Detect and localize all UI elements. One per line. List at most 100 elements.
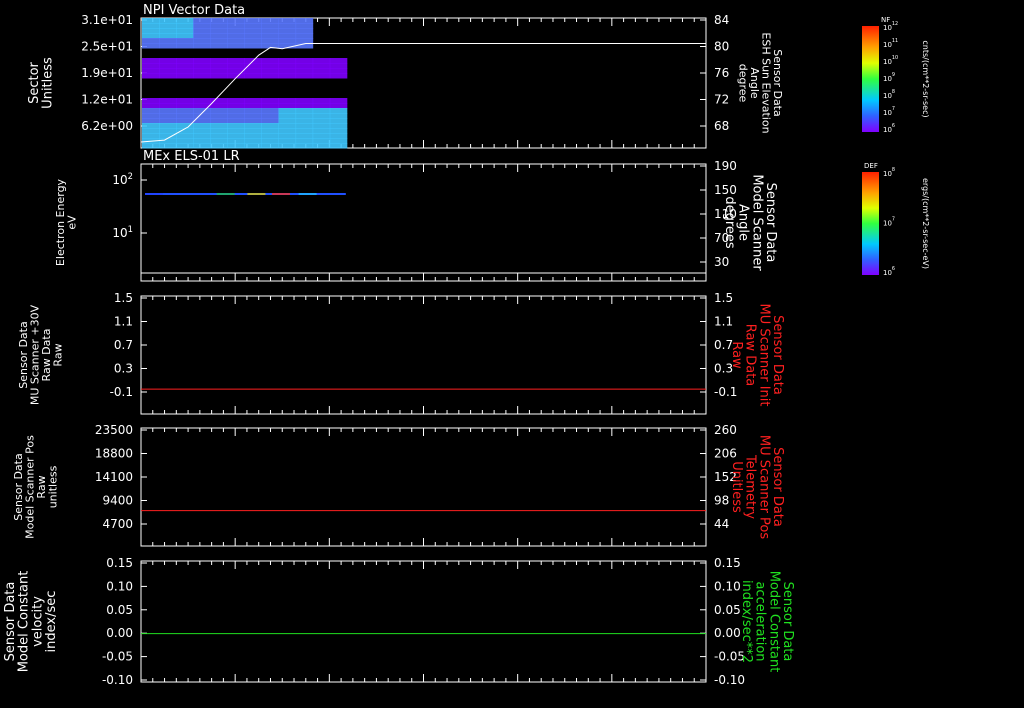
spectro-cell (278, 33, 297, 39)
spectro-cell (312, 138, 331, 144)
spectro-cell (176, 108, 194, 114)
spectro-cell (295, 23, 314, 29)
spectro-cell (176, 143, 194, 149)
spectro-cell (329, 133, 348, 139)
spectro-cell (193, 73, 211, 79)
y-tick-label: 0.15 (714, 556, 741, 570)
spectro-cell (227, 38, 245, 44)
spectro-cell (142, 43, 160, 49)
spectro-cell (159, 18, 177, 24)
spectro-cell (278, 103, 297, 109)
spectro-cell (176, 33, 194, 39)
spectro-cell (193, 23, 211, 29)
spectro-cell (329, 58, 348, 64)
spectro-cell (278, 128, 297, 134)
spectro-cell (142, 58, 160, 64)
spectro-cell (176, 58, 194, 64)
y-tick-label: 101 (112, 224, 133, 240)
spectro-cell (210, 108, 228, 114)
y-tick-label: 0.05 (106, 603, 133, 617)
spectro-cell (227, 63, 245, 69)
spectro-cell (295, 118, 314, 124)
spectro-cell (278, 138, 297, 144)
spectro-cell (278, 23, 297, 29)
spectro-cell (210, 143, 228, 149)
spectro-cell (244, 123, 262, 129)
spectro-cell (176, 43, 194, 49)
y-axis-label-left: Sensor DataModel Scanner PosRawunitless (12, 435, 60, 539)
spectro-cell (142, 98, 160, 104)
y-tick-label: 30 (714, 255, 729, 269)
spectro-cell (159, 63, 177, 69)
spectro-cell (329, 113, 348, 119)
spectro-cell (227, 118, 245, 124)
spectro-cell (244, 28, 262, 34)
panel-frame (140, 427, 707, 547)
spectro-cell (312, 58, 331, 64)
colorbar-tick: 108 (883, 89, 895, 100)
spectro-cell (295, 113, 314, 119)
spectro-cell (244, 128, 262, 134)
spectro-cell (261, 23, 280, 29)
spectro-cell (312, 103, 331, 109)
spectro-cell (278, 123, 297, 129)
y-tick-label: -0.10 (102, 673, 133, 687)
spectro-cell (261, 68, 280, 74)
spectro-cell (142, 128, 160, 134)
spectro-cell (278, 68, 297, 74)
y-axis-label-left: Electron EnergyeV (54, 178, 79, 266)
spectro-cell (142, 33, 160, 39)
spectro-cell (261, 18, 280, 24)
spectro-cell (159, 73, 177, 79)
spectro-cell (193, 123, 211, 129)
colorbar-tick: 1011 (883, 38, 898, 49)
spectro-cell (244, 113, 262, 119)
spectro-cell (329, 143, 348, 149)
spectro-cell (295, 38, 314, 44)
spectro-cell (227, 23, 245, 29)
colorbar-def (862, 172, 879, 275)
spectro-cell (261, 73, 280, 79)
y-tick-label: 72 (714, 93, 729, 107)
spectro-cell (210, 73, 228, 79)
spectro-cell (210, 18, 228, 24)
colorbar-tick: 107 (883, 217, 895, 228)
spectro-cell (278, 38, 297, 44)
spectro-cell (227, 113, 245, 119)
spectro-cell (210, 133, 228, 139)
spectro-cell (210, 58, 228, 64)
spectro-cell (329, 108, 348, 114)
y-tick-label: 0.7 (114, 338, 133, 352)
spectro-cell (210, 138, 228, 144)
spectro-cell (261, 63, 280, 69)
space-physics-stack-plot: NPI Vector Data MEx ELS-01 LR 3.1e+01 2.5e+… (3, 3, 930, 704)
spectro-cell (193, 43, 211, 49)
spectro-cell (176, 133, 194, 139)
y-tick-label: 18800 (95, 447, 133, 461)
colorbar-unit: ergs/(cm**2-sr-sec-eV) (921, 178, 930, 269)
spectro-cell (142, 113, 160, 119)
y-tick-label: -0.05 (102, 650, 133, 664)
y-tick-label: 1.5 (114, 291, 133, 305)
panel-title: NPI Vector Data (143, 3, 245, 18)
spectro-cell (142, 118, 160, 124)
colorbar-nf (862, 26, 879, 132)
spectro-cell (227, 58, 245, 64)
spectro-cell (176, 138, 194, 144)
spectro-cell (295, 58, 314, 64)
colorbar-label: NF (881, 16, 890, 24)
spectro-cell (295, 28, 314, 34)
spectro-cell (159, 128, 177, 134)
spectro-cell (193, 128, 211, 134)
spectro-cell (142, 28, 160, 34)
y-tick-label: 98 (714, 494, 729, 508)
y-tick-label: 23500 (95, 423, 133, 437)
spectro-cell (210, 128, 228, 134)
y-tick-label: 1.9e+01 (81, 66, 133, 80)
y-tick-label: 0.00 (714, 626, 741, 640)
spectro-cell (261, 133, 280, 139)
y-axis-label-left: SectorUnitless (27, 57, 56, 109)
y-tick-label: 1.2e+01 (81, 93, 133, 107)
spectro-cell (244, 118, 262, 124)
y-tick-label: 76 (714, 66, 729, 80)
